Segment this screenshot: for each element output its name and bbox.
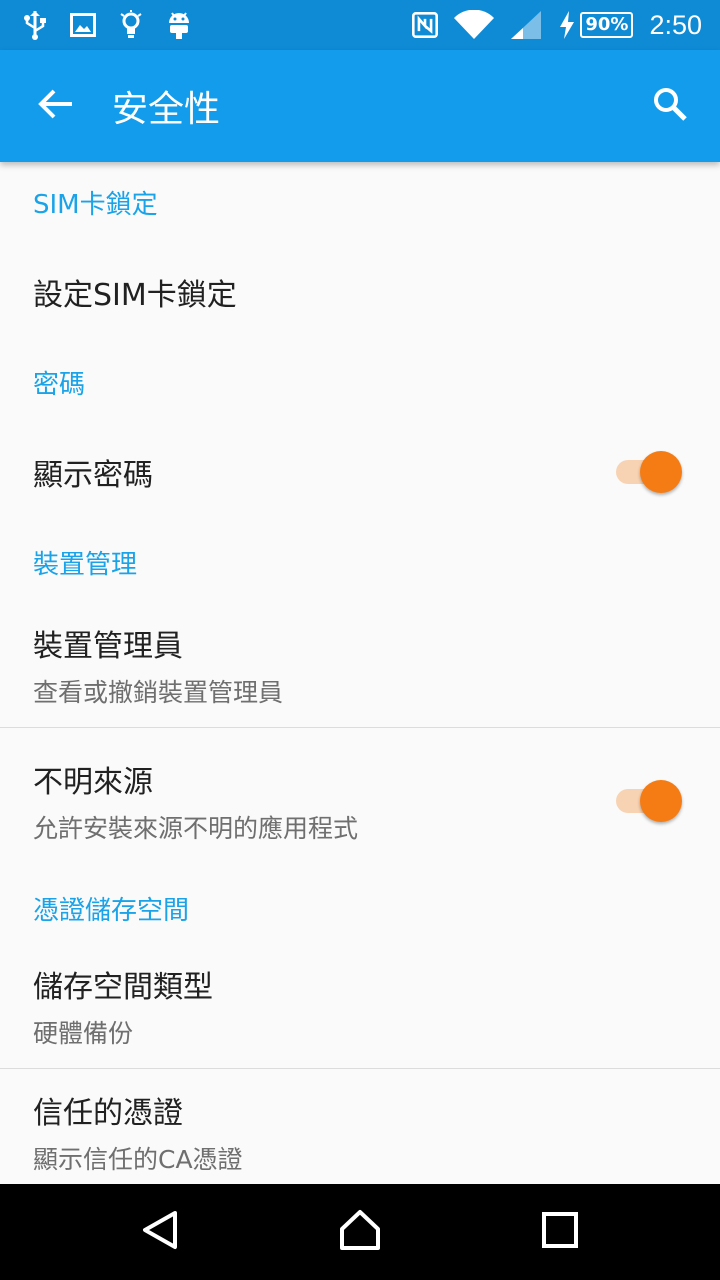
storage-type-setting[interactable]: 儲存空間類型 硬體備份 [0, 943, 720, 1068]
item-title: 信任的憑證 [33, 1095, 183, 1131]
status-bar: 90% 2:50 [0, 0, 720, 50]
trusted-credentials-setting[interactable]: 信任的憑證 顯示信任的CA憑證 [0, 1069, 720, 1184]
section-header-device-admin: 裝置管理 [33, 549, 138, 580]
navigation-bar [0, 1184, 720, 1280]
item-title: 裝置管理員 [33, 628, 183, 664]
charging-icon [558, 10, 576, 40]
show-password-toggle[interactable] [614, 451, 682, 493]
nav-back-button[interactable] [110, 1184, 210, 1280]
item-title: 不明來源 [33, 764, 153, 800]
item-subtitle: 顯示信任的CA憑證 [33, 1144, 243, 1174]
search-icon [652, 86, 688, 126]
unknown-sources-setting[interactable]: 不明來源 允許安裝來源不明的應用程式 [0, 728, 720, 873]
home-icon [339, 1209, 381, 1255]
item-title: 儲存空間類型 [33, 969, 213, 1005]
section-header-credentials: 憑證儲存空間 [33, 895, 190, 926]
item-title: 設定SIM卡鎖定 [33, 278, 237, 313]
sim-lock-setting[interactable]: 設定SIM卡鎖定 [0, 242, 720, 342]
nfc-icon [412, 10, 439, 40]
android-icon [166, 10, 192, 40]
usb-icon [22, 10, 48, 40]
section-header-password: 密碼 [33, 369, 86, 400]
signal-icon [510, 10, 542, 40]
search-button[interactable] [620, 50, 720, 162]
item-title: 顯示密碼 [33, 458, 153, 493]
app-bar: 安全性 [0, 50, 720, 162]
device-admins-setting[interactable]: 裝置管理員 查看或撤銷裝置管理員 [0, 602, 720, 727]
back-triangle-icon [141, 1210, 179, 1254]
status-right-icons: 90% 2:50 [412, 10, 702, 41]
battery-indicator: 90% [558, 10, 634, 40]
section-header-sim: SIM卡鎖定 [33, 189, 158, 220]
item-subtitle: 查看或撤銷裝置管理員 [33, 677, 284, 707]
page-title: 安全性 [112, 89, 221, 130]
status-left-icons [22, 10, 192, 40]
show-password-setting[interactable]: 顯示密碼 [0, 422, 720, 522]
recents-icon [542, 1212, 578, 1252]
battery-level: 90% [580, 12, 634, 38]
settings-list[interactable]: SIM卡鎖定 設定SIM卡鎖定 密碼 顯示密碼 裝置管理 裝置管理員 查看或撤銷… [0, 162, 720, 1184]
unknown-sources-toggle[interactable] [614, 779, 682, 822]
clock: 2:50 [649, 9, 702, 40]
toggle-thumb [640, 779, 682, 822]
lightbulb-icon [118, 10, 144, 40]
item-subtitle: 允許安裝來源不明的應用程式 [33, 813, 359, 843]
nav-recents-button[interactable] [510, 1184, 610, 1280]
item-subtitle: 硬體備份 [33, 1018, 134, 1048]
image-icon [70, 10, 96, 40]
toggle-thumb [640, 451, 682, 493]
nav-home-button[interactable] [310, 1184, 410, 1280]
back-arrow-icon [38, 88, 74, 124]
wifi-icon [454, 10, 495, 40]
